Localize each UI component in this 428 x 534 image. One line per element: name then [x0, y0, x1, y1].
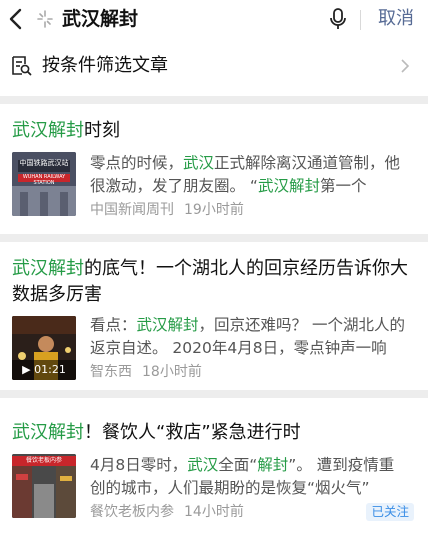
search-bar: 武汉解封 取消: [0, 0, 428, 40]
section-divider: [0, 234, 428, 242]
article-time: 18小时前: [142, 364, 202, 380]
text-segment: 4月8日零时，: [90, 456, 188, 474]
keyword-highlight: 武汉解封: [12, 258, 84, 279]
article-title[interactable]: 武汉解封时刻: [12, 118, 416, 144]
keyword-highlight: 武汉: [183, 154, 215, 172]
cancel-button[interactable]: 取消: [378, 7, 414, 31]
article-card[interactable]: 武汉解封！餐饮人“救店”紧急进行时 餐饮老板内参 4月8日零时，武汉全面“解封”…: [0, 398, 428, 534]
article-source: 餐饮老板内参: [90, 504, 174, 520]
article-card[interactable]: 武汉解封时刻 中国铁路武汉站 WUHAN RAILWAY STATION 零点的…: [0, 104, 428, 234]
article-thumbnail: 餐饮老板内参: [12, 454, 76, 518]
article-source: 智东西: [90, 364, 132, 380]
article-thumbnail: ▶ 01:21: [12, 316, 76, 380]
keyword-highlight: 武汉解封: [12, 422, 84, 443]
article-source: 中国新闻周刊: [90, 202, 174, 218]
text-segment: 零点的时候，: [90, 154, 184, 172]
keyword-highlight: 武汉解封: [257, 177, 320, 195]
keyword-highlight: 武汉: [187, 456, 219, 474]
video-duration: ▶ 01:21: [12, 360, 76, 380]
thumb-caption: 餐饮老板内参: [12, 456, 76, 466]
filter-label: 按条件筛选文章: [42, 55, 168, 76]
thumb-subcaption: WUHAN RAILWAY STATION: [22, 174, 66, 186]
article-snippet: 4月8日零时，武汉全面“解封”。 遭到疫情重创的城市，人们最期盼的是恢复“烟火气…: [90, 454, 408, 500]
followed-badge: 已关注: [366, 503, 414, 521]
filter-row[interactable]: 按条件筛选文章: [0, 44, 428, 88]
article-meta: 餐饮老板内参 14小时前: [90, 502, 244, 522]
divider: [360, 10, 361, 30]
text-segment: 时刻: [84, 120, 120, 141]
text-segment: 看点：: [90, 316, 137, 334]
article-meta: 智东西 18小时前: [90, 362, 202, 382]
back-arrow-icon[interactable]: [6, 6, 26, 32]
keyword-highlight: 解封: [257, 456, 289, 474]
sparkle-icon: [37, 10, 53, 28]
article-snippet: 看点：武汉解封，回京还难吗？ 一个湖北人的返京自述。 2020年4月8日，零点钟…: [90, 314, 408, 360]
text-segment: 第一个: [319, 177, 367, 195]
chevron-right-icon: [401, 59, 410, 73]
article-thumbnail: 中国铁路武汉站 WUHAN RAILWAY STATION: [12, 152, 76, 216]
article-card[interactable]: 武汉解封的底气！一个湖北人的回京经历告诉你大数据多厉害 ▶ 01:21 看点：武…: [0, 242, 428, 390]
section-divider: [0, 390, 428, 398]
text-segment: ！餐饮人“救店”紧急进行时: [84, 422, 301, 443]
microphone-icon[interactable]: [328, 6, 348, 32]
article-title[interactable]: 武汉解封的底气！一个湖北人的回京经历告诉你大数据多厉害: [12, 256, 416, 308]
section-divider: [0, 96, 428, 104]
filter-search-icon: [12, 56, 32, 76]
keyword-highlight: 武汉解封: [136, 316, 199, 334]
article-time: 19小时前: [184, 202, 244, 218]
article-snippet: 零点的时候，武汉正式解除离汉通道管制，他很激动，发了朋友圈。 “武汉解封第一个: [90, 152, 408, 198]
article-time: 14小时前: [184, 504, 244, 520]
thumb-caption: 中国铁路武汉站: [19, 159, 69, 167]
search-input[interactable]: 武汉解封: [62, 6, 138, 32]
article-title[interactable]: 武汉解封！餐饮人“救店”紧急进行时: [12, 420, 416, 446]
article-meta: 中国新闻周刊 19小时前: [90, 200, 244, 220]
keyword-highlight: 武汉解封: [12, 120, 84, 141]
text-segment: 全面“: [218, 456, 258, 474]
